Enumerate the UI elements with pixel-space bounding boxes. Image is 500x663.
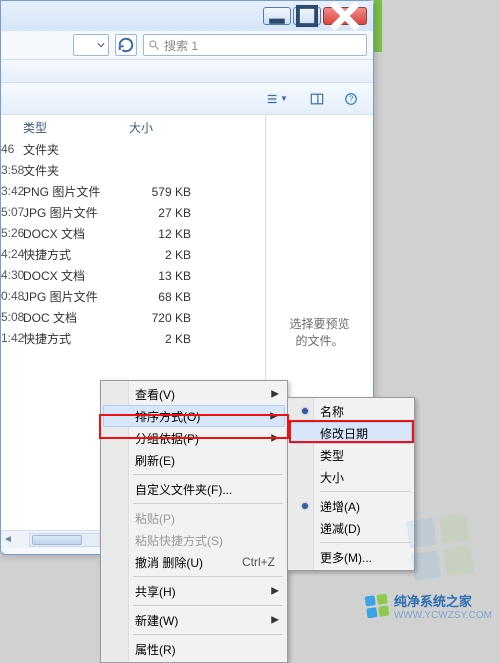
- submenu-descending[interactable]: 递减(D): [290, 517, 412, 539]
- table-row[interactable]: PNG 图片文件579 KB: [19, 181, 265, 202]
- submenu-size[interactable]: 大小: [290, 466, 412, 488]
- menu-separator: [133, 474, 283, 475]
- time-column-fragments: 46 3:58 3:42 5:07 5:26 4:24 4:30 0:48 5:…: [1, 139, 24, 349]
- search-placeholder: 搜索 1: [164, 37, 198, 54]
- annotation-highlight-2: [289, 420, 414, 443]
- watermark-url: WWW.YCWZSY.COM: [394, 610, 492, 621]
- menu-separator: [133, 503, 283, 504]
- scroll-thumb[interactable]: [32, 535, 82, 545]
- chevron-down-icon: [97, 41, 105, 49]
- annotation-highlight-1: [99, 414, 289, 439]
- menu-undo-delete[interactable]: 撤消 删除(U)Ctrl+Z: [103, 551, 285, 573]
- svg-text:?: ?: [349, 94, 354, 103]
- menu-properties[interactable]: 属性(R): [103, 638, 285, 660]
- watermark: 纯净系统之家 WWW.YCWZSY.COM: [366, 591, 492, 621]
- titlebar: [1, 1, 373, 31]
- menu-separator: [320, 491, 410, 492]
- menu-view[interactable]: 查看(V)▶: [103, 383, 285, 405]
- minimize-button[interactable]: [263, 7, 291, 25]
- submenu-ascending[interactable]: 递增(A): [290, 495, 412, 517]
- file-rows: 文件夹 文件夹 PNG 图片文件579 KB JPG 图片文件27 KB DOC…: [19, 139, 265, 349]
- submenu-name[interactable]: 名称: [290, 400, 412, 422]
- table-row[interactable]: DOC 文档720 KB: [19, 307, 265, 328]
- menu-paste: 粘贴(P): [103, 507, 285, 529]
- watermark-logo-icon: [364, 594, 389, 619]
- submenu-arrow-icon: ▶: [271, 389, 279, 400]
- preview-text-1: 选择要预览: [289, 315, 349, 332]
- preview-pane-button[interactable]: [303, 88, 331, 110]
- address-bar[interactable]: [73, 34, 109, 56]
- table-row[interactable]: DOCX 文档13 KB: [19, 265, 265, 286]
- menu-paste-shortcut: 粘贴快捷方式(S): [103, 529, 285, 551]
- menubar[interactable]: [1, 59, 373, 83]
- submenu-arrow-icon: ▶: [271, 615, 279, 626]
- menu-share[interactable]: 共享(H)▶: [103, 580, 285, 602]
- nav-row: 搜索 1: [1, 31, 373, 59]
- search-input[interactable]: 搜索 1: [143, 34, 367, 56]
- menu-separator: [133, 576, 283, 577]
- refresh-button[interactable]: [115, 34, 137, 56]
- col-header-size[interactable]: 大小: [129, 119, 209, 136]
- submenu-more[interactable]: 更多(M)...: [290, 546, 412, 568]
- shortcut-text: Ctrl+Z: [242, 555, 275, 569]
- maximize-button[interactable]: [293, 7, 321, 25]
- preview-text-2: 的文件。: [295, 332, 343, 349]
- list-view-icon: [266, 92, 280, 106]
- menu-separator: [133, 634, 283, 635]
- table-row[interactable]: 快捷方式2 KB: [19, 244, 265, 265]
- radio-dot-icon: [302, 503, 308, 509]
- submenu-type[interactable]: 类型: [290, 444, 412, 466]
- refresh-icon: [116, 35, 136, 55]
- table-row[interactable]: DOCX 文档12 KB: [19, 223, 265, 244]
- table-row[interactable]: 文件夹: [19, 139, 265, 160]
- submenu-arrow-icon: ▶: [271, 586, 279, 597]
- help-button[interactable]: ?: [337, 88, 365, 110]
- radio-dot-icon: [302, 408, 308, 414]
- menu-new[interactable]: 新建(W)▶: [103, 609, 285, 631]
- scroll-left-arrow[interactable]: ◄: [1, 533, 15, 547]
- col-header-type[interactable]: 类型: [19, 119, 129, 136]
- background-watermark: [410, 517, 470, 577]
- menu-separator: [320, 542, 410, 543]
- preview-pane-icon: [310, 92, 324, 106]
- watermark-title: 纯净系统之家: [394, 591, 492, 610]
- close-button[interactable]: [323, 7, 367, 25]
- table-row[interactable]: 文件夹: [19, 160, 265, 181]
- table-row[interactable]: JPG 图片文件27 KB: [19, 202, 265, 223]
- help-icon: ?: [344, 92, 358, 106]
- menu-refresh[interactable]: 刷新(E): [103, 449, 285, 471]
- table-row[interactable]: JPG 图片文件68 KB: [19, 286, 265, 307]
- menu-separator: [133, 605, 283, 606]
- view-mode-button[interactable]: ▼: [257, 88, 297, 110]
- watermark-logo-icon: [406, 513, 474, 581]
- nav-back-forward[interactable]: [7, 33, 67, 57]
- toolbar: ▼ ?: [1, 83, 373, 115]
- search-icon: [148, 39, 160, 51]
- menu-customize-folder[interactable]: 自定义文件夹(F)...: [103, 478, 285, 500]
- table-row[interactable]: 快捷方式2 KB: [19, 328, 265, 349]
- decorative-green-stripe: [374, 0, 382, 52]
- column-headers[interactable]: 类型 大小: [19, 115, 265, 139]
